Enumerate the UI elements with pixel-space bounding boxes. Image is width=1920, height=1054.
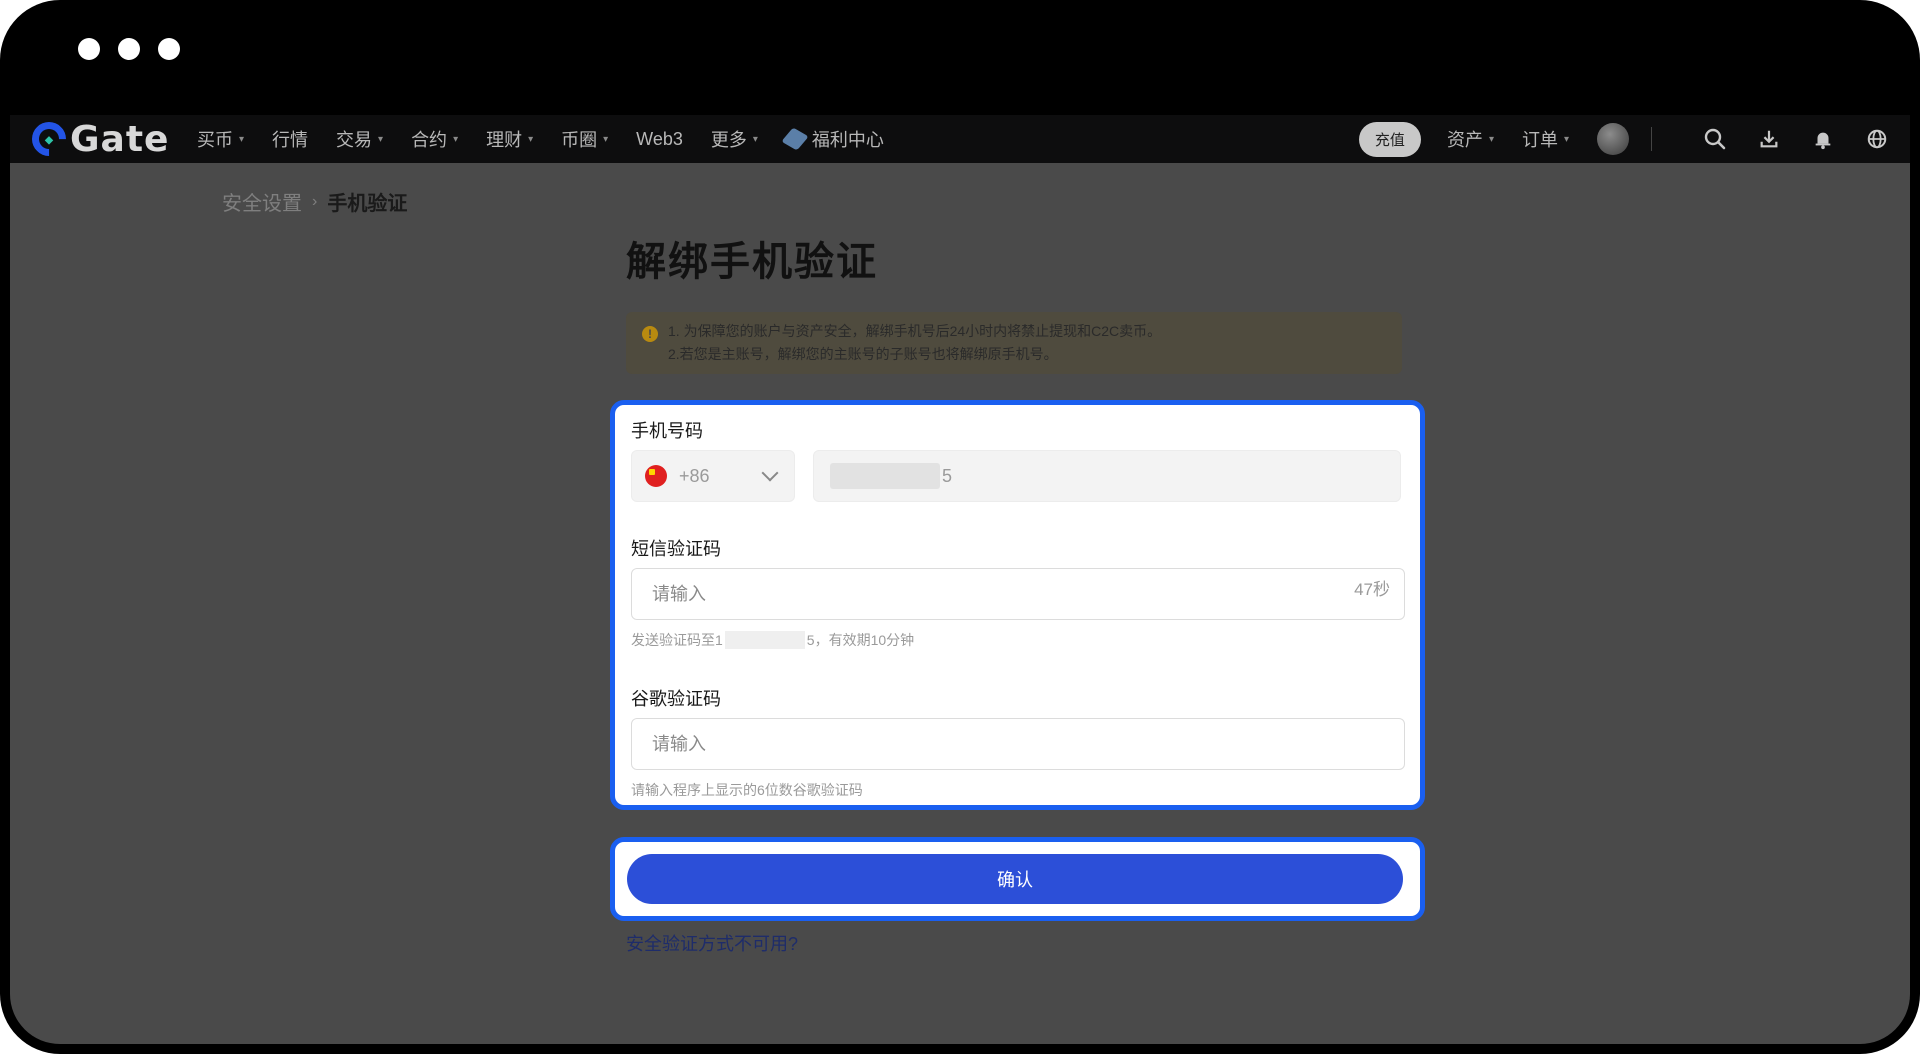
deposit-button[interactable]: 充值: [1358, 121, 1421, 157]
caret-down-icon: ▾: [1563, 133, 1569, 145]
nav-item-label: 更多: [710, 130, 747, 150]
country-code: +86: [679, 465, 710, 486]
caret-down-icon: ▾: [752, 133, 758, 145]
warning-icon: !: [642, 326, 658, 342]
nav-item-earn[interactable]: 理财 ▾: [486, 126, 533, 152]
nav-item-community[interactable]: 币圈 ▾: [561, 126, 608, 152]
nav-item-buy-crypto[interactable]: 买币 ▾: [197, 126, 244, 152]
search-icon[interactable]: [1702, 126, 1728, 152]
nav-divider: [1651, 127, 1652, 151]
sms-code-hint: 发送验证码至1 5，有效期10分钟: [631, 630, 914, 650]
sms-code-label: 短信验证码: [631, 539, 721, 559]
breadcrumb-current: 手机验证: [327, 193, 408, 215]
phone-number-field[interactable]: 5: [813, 450, 1401, 502]
nav-item-futures[interactable]: 合约 ▾: [411, 126, 458, 152]
hint-suffix: 5，有效期10分钟: [806, 632, 915, 648]
nav-item-label: 订单: [1521, 130, 1558, 150]
nav-item-assets[interactable]: 资产 ▾: [1447, 126, 1494, 152]
breadcrumb-separator: ›: [312, 192, 318, 210]
nav-item-label: 买币: [197, 130, 233, 150]
nav-item-trade[interactable]: 交易 ▾: [336, 126, 383, 152]
sms-code-input[interactable]: [631, 568, 1405, 620]
caret-down-icon: ▾: [1488, 133, 1494, 145]
nav-item-web3[interactable]: Web3: [636, 129, 683, 150]
nav-item-welfare-center[interactable]: 福利中心: [781, 126, 884, 152]
top-nav: Gate 买币 ▾ 行情 交易 ▾ 合约 ▾ 理财 ▾ 币圈 ▾ Web3 更多…: [10, 115, 1910, 164]
hint-prefix: 发送验证码至1: [631, 632, 723, 648]
masked-phone-digits: [724, 631, 805, 649]
nav-item-orders[interactable]: 订单 ▾: [1522, 126, 1569, 152]
phone-label: 手机号码: [631, 421, 703, 441]
caret-down-icon: ▾: [603, 133, 609, 145]
google-code-hint: 请输入程序上显示的6位数谷歌验证码: [631, 782, 863, 798]
caret-down-icon: ▾: [239, 133, 245, 145]
nav-item-label: Web3: [636, 128, 683, 149]
nav-item-label: 行情: [272, 130, 309, 150]
notice-text: 1. 为保障您的账户与资产安全，解绑手机号后24小时内将禁止提现和C2C卖币。: [668, 323, 1162, 339]
window-dot[interactable]: [78, 38, 100, 60]
gift-cube-icon: [781, 127, 809, 151]
caret-down-icon: ▾: [528, 133, 534, 145]
nav-item-label: 理财: [486, 130, 523, 150]
verification-unavailable-link[interactable]: 安全验证方式不可用?: [626, 930, 798, 956]
google-code-input[interactable]: [631, 718, 1405, 770]
window-controls: [78, 38, 180, 60]
gate-logo-icon: [24, 115, 74, 164]
country-code-select[interactable]: +86: [631, 450, 795, 502]
page-viewport: Gate 买币 ▾ 行情 交易 ▾ 合约 ▾ 理财 ▾ 币圈 ▾ Web3 更多…: [10, 115, 1910, 1044]
nav-item-label: 福利中心: [811, 130, 884, 150]
gate-logo[interactable]: Gate: [24, 115, 170, 164]
warning-notice: ! 1. 为保障您的账户与资产安全，解绑手机号后24小时内将禁止提现和C2C卖币。…: [626, 312, 1402, 374]
nav-item-markets[interactable]: 行情: [272, 126, 308, 152]
caret-down-icon: ▾: [453, 133, 459, 145]
resend-countdown: 47秒: [1354, 580, 1390, 599]
globe-icon[interactable]: [1864, 126, 1890, 152]
window-dot[interactable]: [118, 38, 140, 60]
window-frame: Gate 买币 ▾ 行情 交易 ▾ 合约 ▾ 理财 ▾ 币圈 ▾ Web3 更多…: [0, 0, 1920, 1054]
page-title: 解绑手机验证: [626, 240, 878, 284]
confirm-button[interactable]: 确认: [627, 854, 1403, 904]
nav-item-label: 资产: [1446, 130, 1483, 150]
china-flag-icon: [645, 465, 667, 487]
window-dot[interactable]: [158, 38, 180, 60]
verification-form: 手机号码 +86 5 短信验证码 47秒 发送验证码至1 5，有效期10分钟 谷…: [610, 400, 1425, 810]
chevron-down-icon: [761, 464, 779, 482]
notice-line-1: ! 1. 为保障您的账户与资产安全，解绑手机号后24小时内将禁止提现和C2C卖币。: [642, 320, 1402, 343]
notice-line-2: 2.若您是主账号，解绑您的主账号的子账号也将解绑原手机号。: [668, 346, 1058, 362]
breadcrumb-security-settings[interactable]: 安全设置: [222, 187, 302, 216]
masked-phone-digits: [830, 463, 940, 489]
caret-down-icon: ▾: [378, 133, 384, 145]
breadcrumb: 安全设置 › 手机验证: [222, 187, 407, 216]
phone-suffix: 5: [942, 465, 953, 486]
nav-right: 充值 资产 ▾ 订单 ▾: [1358, 115, 1890, 163]
download-icon[interactable]: [1756, 126, 1782, 152]
nav-item-label: 合约: [411, 130, 448, 150]
nav-item-label: 币圈: [561, 130, 598, 150]
avatar[interactable]: [1597, 123, 1629, 155]
bell-icon[interactable]: [1810, 126, 1836, 152]
google-code-label: 谷歌验证码: [631, 689, 721, 709]
nav-item-label: 交易: [336, 130, 373, 150]
nav-menu: 买币 ▾ 行情 交易 ▾ 合约 ▾ 理财 ▾ 币圈 ▾ Web3 更多 ▾ 福利…: [197, 115, 912, 163]
nav-item-more[interactable]: 更多 ▾: [711, 126, 758, 152]
logo-text: Gate: [70, 118, 170, 160]
confirm-highlight: 确认: [610, 837, 1425, 921]
